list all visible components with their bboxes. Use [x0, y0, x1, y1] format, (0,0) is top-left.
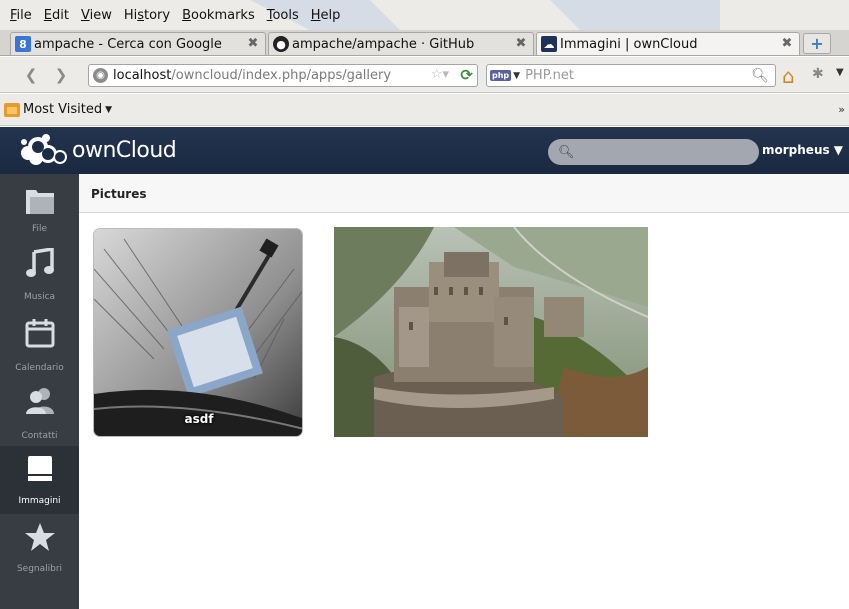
controls-bar: Pictures — [79, 174, 849, 213]
folder-icon — [26, 190, 54, 214]
menu-bar: File Edit View History Bookmarks Tools H… — [0, 0, 849, 30]
home-icon[interactable]: ⌂ — [782, 64, 795, 88]
web-search-input[interactable]: PHP.net — [525, 68, 751, 83]
search-icon[interactable]: 🔍︎ — [751, 68, 775, 84]
menu-bookmarks[interactable]: Bookmarks — [176, 8, 261, 23]
web-search-bar[interactable]: php ▼ PHP.net 🔍︎ — [486, 64, 776, 87]
owncloud-logo[interactable]: ownCloud — [16, 132, 177, 168]
sidebar-item-segnalibri[interactable]: Segnalibri — [0, 514, 79, 582]
url-path: /owncloud/index.php/apps/gallery — [171, 68, 392, 83]
sidebar-item-label: Segnalibri — [16, 564, 63, 574]
image-icon — [28, 456, 52, 482]
back-button[interactable]: ❮ — [20, 65, 42, 85]
menu-tools[interactable]: Tools — [261, 8, 305, 23]
tab-google[interactable]: 8 ampache - Cerca con Google ✖ — [10, 32, 266, 55]
contacts-icon — [26, 388, 54, 414]
sidebar-item-file[interactable]: File — [0, 174, 79, 242]
most-visited-bookmark[interactable]: Most Visited — [23, 102, 102, 117]
reload-icon[interactable]: ⟳ — [460, 66, 473, 84]
bookmark-star-icon[interactable]: ☆▾ — [431, 67, 449, 82]
forward-button[interactable]: ❯ — [50, 65, 72, 85]
sidebar-item-label: Immagini — [18, 496, 61, 506]
url-host: localhost — [113, 68, 172, 83]
address-bar[interactable]: ◉ localhost /owncloud/index.php/apps/gal… — [88, 64, 478, 87]
tab-label: Immagini | ownCloud — [560, 36, 698, 52]
globe-icon: ◉ — [93, 68, 108, 83]
tab-owncloud[interactable]: ☁ Immagini | ownCloud ✖ — [536, 32, 800, 55]
breadcrumb[interactable]: Pictures — [91, 187, 147, 201]
tab-github[interactable]: ● ampache/ampache · GitHub ✖ — [268, 32, 534, 55]
chevron-down-icon[interactable]: ▼ — [513, 71, 520, 81]
addon-icon[interactable]: ✱ — [812, 66, 824, 82]
menu-view[interactable]: View — [75, 8, 118, 23]
new-tab-button[interactable]: + — [803, 33, 831, 54]
sidebar-item-label: Musica — [23, 292, 56, 302]
album-label: asdf — [184, 412, 214, 426]
sidebar-item-label: File — [31, 224, 48, 234]
album-thumbnail-image — [94, 229, 302, 436]
music-note-icon — [26, 248, 54, 277]
tab-label: ampache/ampache · GitHub — [292, 36, 475, 52]
bookmarks-toolbar: Most Visited ▼ » — [0, 94, 849, 126]
menu-file[interactable]: File — [4, 8, 38, 23]
sidebar-item-contatti[interactable]: Contatti — [0, 378, 79, 446]
close-icon[interactable]: ✖ — [245, 36, 261, 52]
gallery-photo[interactable] — [334, 227, 648, 437]
chevron-down-icon[interactable]: ▼ — [836, 67, 844, 78]
user-menu[interactable]: morpheus ▼ — [762, 143, 843, 157]
gallery-content: asdf — [79, 213, 849, 609]
menu-help[interactable]: Help — [305, 8, 347, 23]
tab-bar: 8 ampache - Cerca con Google ✖ ● ampache… — [0, 30, 849, 56]
search-engine-icon[interactable]: php — [490, 70, 512, 81]
sidebar-item-label: Calendario — [15, 363, 64, 373]
github-icon: ● — [273, 36, 289, 52]
calendar-icon — [25, 319, 55, 348]
bookmarks-overflow-button[interactable]: » — [838, 103, 845, 116]
logo-text: ownCloud — [72, 137, 177, 163]
menu-history[interactable]: History — [118, 8, 176, 23]
close-icon[interactable]: ✖ — [779, 36, 795, 52]
cloud-icon — [21, 134, 67, 165]
search-input[interactable]: 🔍︎ — [548, 139, 759, 165]
folder-icon — [4, 102, 20, 117]
owncloud-header: ownCloud 🔍︎ morpheus ▼ — [0, 127, 849, 174]
chevron-down-icon[interactable]: ▼ — [105, 105, 112, 115]
sidebar-item-calendario[interactable]: Calendario — [0, 310, 79, 378]
google-icon: 8 — [15, 36, 31, 52]
search-icon: 🔍︎ — [558, 144, 575, 160]
star-icon — [25, 523, 55, 551]
menu-edit[interactable]: Edit — [38, 8, 75, 23]
sidebar-item-label: Contatti — [21, 431, 58, 441]
gallery-album[interactable]: asdf — [93, 228, 303, 437]
sidebar-item-immagini[interactable]: Immagini — [0, 446, 79, 514]
app-sidebar: File Musica Calendario Contatti Immagini… — [0, 174, 79, 609]
sidebar-item-musica[interactable]: Musica — [0, 242, 79, 310]
owncloud-icon: ☁ — [541, 36, 557, 52]
photo-thumbnail-image — [334, 227, 648, 437]
tab-label: ampache - Cerca con Google — [34, 36, 222, 52]
close-icon[interactable]: ✖ — [513, 36, 529, 52]
navigation-bar: ❮ ❯ ◉ localhost /owncloud/index.php/apps… — [0, 57, 849, 93]
